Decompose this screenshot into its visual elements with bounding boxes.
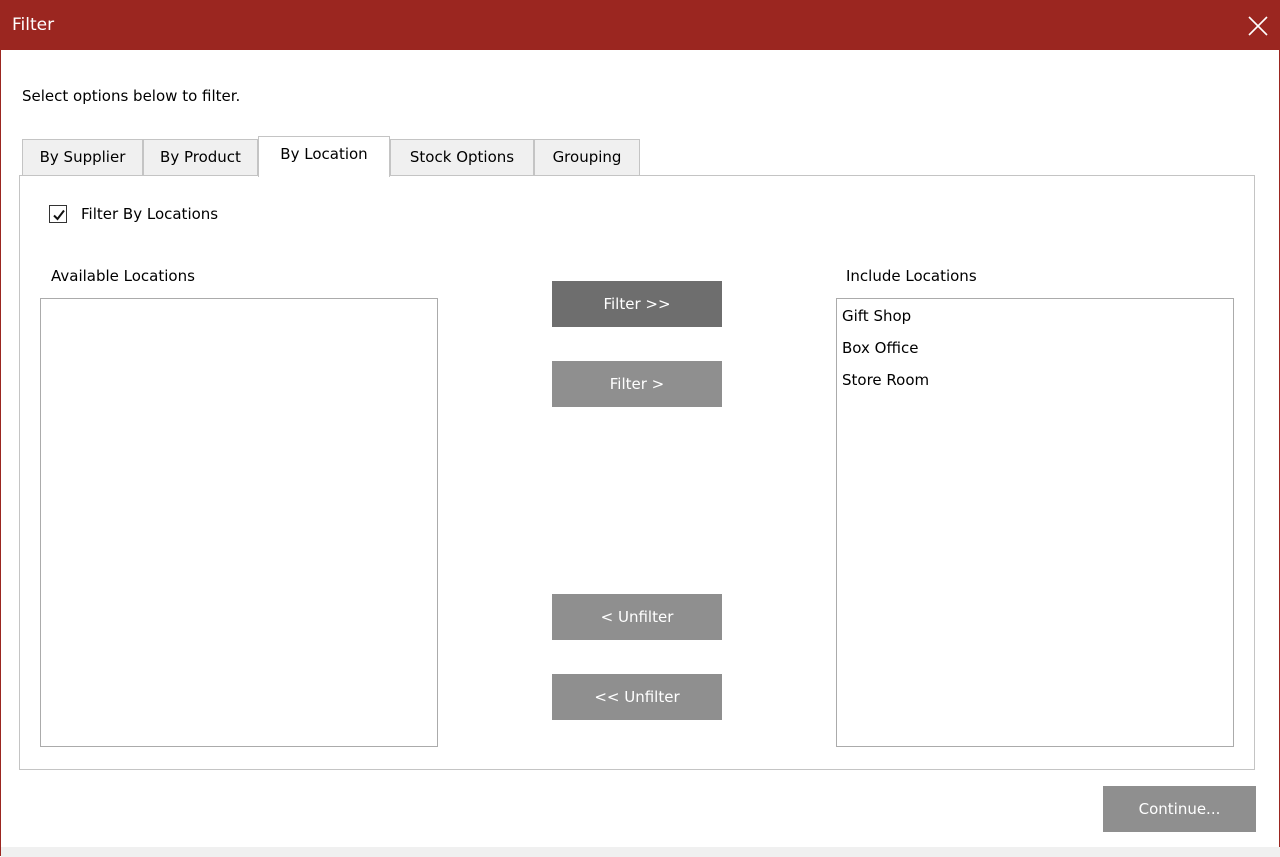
list-item-box-office[interactable]: Box Office	[842, 337, 918, 359]
close-icon	[1248, 16, 1268, 36]
checkmark-icon	[53, 209, 65, 221]
available-locations-label: Available Locations	[51, 267, 195, 285]
unfilter-all-button[interactable]: << Unfilter	[552, 674, 722, 720]
checkbox-label: Filter By Locations	[81, 205, 219, 223]
include-locations-label: Include Locations	[846, 267, 977, 285]
filter-selected-button[interactable]: Filter >	[552, 361, 722, 407]
tab-grouping[interactable]: Grouping	[534, 139, 640, 175]
list-item-store-room[interactable]: Store Room	[842, 369, 929, 391]
filter-dialog: Filter Select options below to filter. B…	[0, 0, 1280, 857]
instruction-text: Select options below to filter.	[22, 87, 241, 105]
tab-stock-options[interactable]: Stock Options	[390, 139, 534, 175]
filter-all-button[interactable]: Filter >>	[552, 281, 722, 327]
tab-by-product[interactable]: By Product	[143, 139, 258, 175]
checkbox-box[interactable]	[49, 205, 67, 223]
title-bar: Filter	[1, 1, 1280, 50]
tab-by-location[interactable]: By Location	[258, 136, 390, 177]
continue-button[interactable]: Continue...	[1103, 786, 1256, 832]
list-item-gift-shop[interactable]: Gift Shop	[842, 305, 911, 327]
unfilter-selected-button[interactable]: < Unfilter	[552, 594, 722, 640]
tab-by-supplier[interactable]: By Supplier	[22, 139, 143, 175]
close-button[interactable]	[1235, 1, 1280, 50]
available-locations-list[interactable]	[40, 298, 438, 747]
window-title: Filter	[12, 15, 55, 35]
include-locations-list[interactable]: Gift Shop Box Office Store Room	[836, 298, 1234, 747]
